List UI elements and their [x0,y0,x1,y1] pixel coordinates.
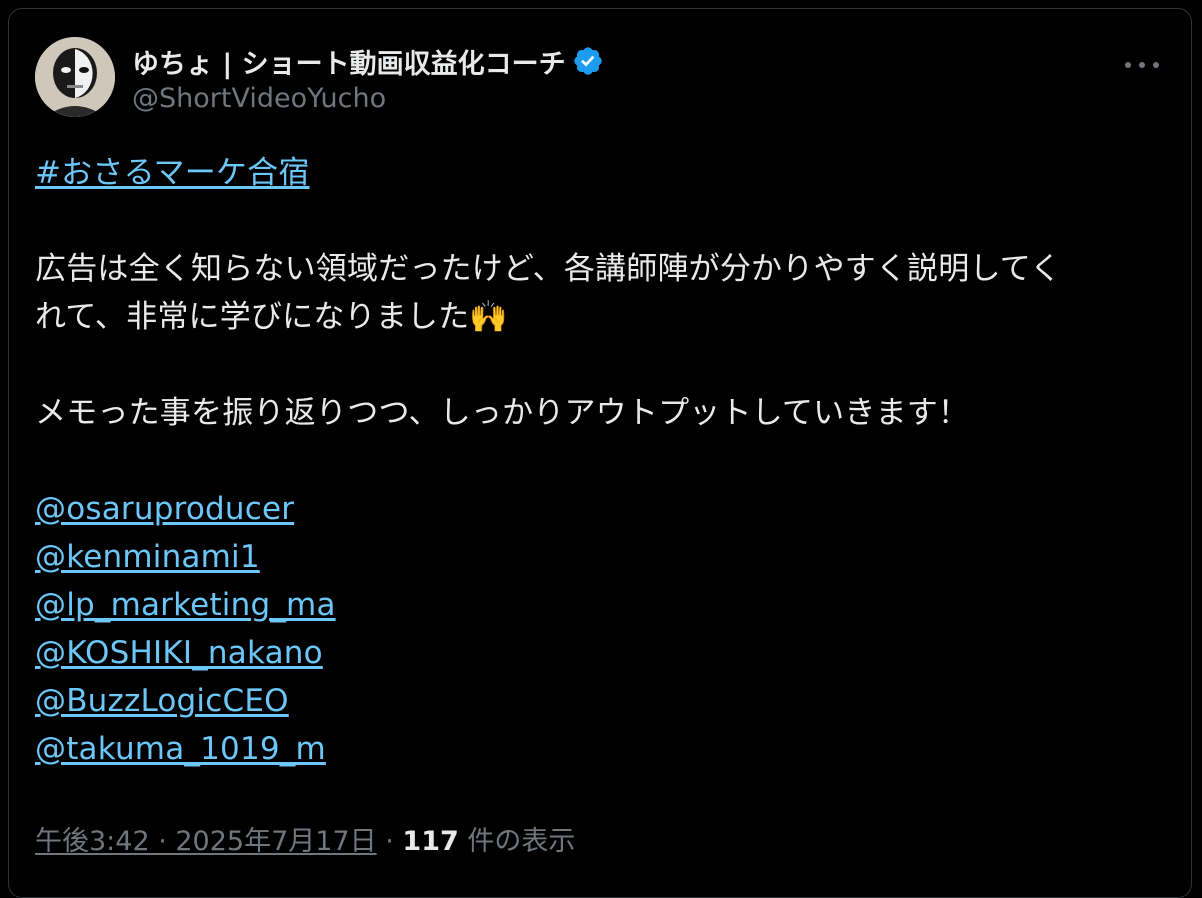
line-break [35,341,1175,389]
more-dot-icon [1125,62,1131,68]
avatar-image [35,37,115,117]
paragraph-2: メモった事を振り返りつつ、しっかりアウトプットしていきます！ [35,395,970,431]
avatar[interactable] [35,37,115,117]
paragraph-1: 広告は全く知らない領域だったけど、各講師陣が分かりやすく説明してく れて、非常に… [35,245,1175,341]
verified-badge-icon[interactable] [572,45,604,77]
line-break [35,197,1175,245]
tweet-header: ゆちょ | ショート動画収益化コーチ @ShortVideoYucho [35,37,1167,119]
display-name[interactable]: ゆちょ | ショート動画収益化コーチ [132,42,566,81]
hashtag-link[interactable]: #おさるマーケ合宿 [35,149,310,197]
tweet-card: ゆちょ | ショート動画収益化コーチ @ShortVideoYucho #おさる… [8,8,1192,898]
display-name-row: ゆちょ | ショート動画収益化コーチ [132,41,604,81]
mention-link[interactable]: @takuma_1019_m [35,725,326,773]
mention-link[interactable]: @osaruproducer [35,485,294,533]
line-break [35,437,1175,485]
paragraph-1-line-1: 広告は全く知らない領域だったけど、各講師陣が分かりやすく説明してく [35,251,1062,287]
more-options-button[interactable] [1125,55,1159,75]
author-block: ゆちょ | ショート動画収益化コーチ @ShortVideoYucho [132,41,604,114]
mention-link[interactable]: @KOSHIKI_nakano [35,629,323,677]
raising-hands-emoji: 🙌 [469,299,509,335]
more-dot-icon [1139,62,1145,68]
more-dot-icon [1153,62,1159,68]
paragraph-1-line-2: れて、非常に学びになりました [35,299,470,335]
mention-link[interactable]: @BuzzLogicCEO [35,677,289,725]
footer-separator: · [385,826,394,857]
view-count-label: 件の表示 [467,826,576,857]
timestamp-link[interactable]: 午後3:42 · 2025年7月17日 [35,826,377,857]
tweet-footer: 午後3:42 · 2025年7月17日 · 117 件の表示 [35,819,575,858]
view-count: 117 [402,826,459,857]
mention-link[interactable]: @kenminami1 [35,533,260,581]
mentions-list: @osaruproducer @kenminami1 @lp_marketing… [35,485,1175,773]
author-handle[interactable]: @ShortVideoYucho [132,83,604,114]
mention-link[interactable]: @lp_marketing_ma [35,581,336,629]
hashtag-line: #おさるマーケ合宿 [35,149,1175,197]
tweet-text: #おさるマーケ合宿 広告は全く知らない領域だったけど、各講師陣が分かりやすく説明… [35,149,1175,773]
